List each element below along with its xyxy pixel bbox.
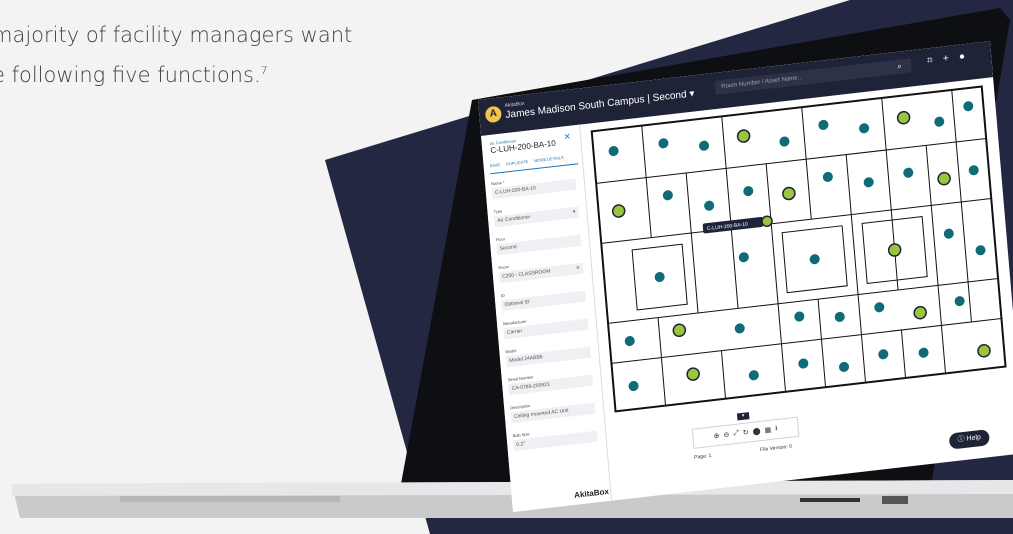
akitabox-logo-icon[interactable]: A — [484, 105, 503, 124]
fit-icon[interactable]: ⤢ — [733, 430, 739, 439]
app-screen: A AkitaBox James Madison South Campus | … — [478, 41, 1013, 513]
asset-marker[interactable] — [937, 171, 951, 186]
field-model: Model Model 24ABB6 — [505, 340, 591, 368]
field-serial: Serial Number CA-0789-200921 — [508, 368, 594, 396]
asset-marker[interactable] — [736, 129, 751, 143]
chevron-down-icon: ▾ — [572, 208, 576, 216]
search-placeholder: Room Number / Asset Name... — [721, 74, 803, 91]
asset-marker[interactable] — [896, 110, 911, 125]
asset-marker[interactable] — [977, 344, 991, 358]
field-bulb-size: Bulb Size 0.2" — [512, 424, 598, 452]
download-icon[interactable]: ⭳ — [775, 424, 778, 435]
map-pin-icon[interactable]: ⬤ — [976, 62, 988, 74]
akitabox-wordmark: AkitaBox — [573, 486, 610, 500]
chevron-down-icon[interactable]: ▾ — [736, 412, 750, 421]
help-label: Help — [966, 433, 982, 443]
user-icon[interactable]: ● — [959, 51, 966, 63]
scan-icon[interactable]: ⌗ — [927, 55, 934, 67]
asset-marker[interactable] — [913, 305, 927, 320]
plus-icon[interactable]: + — [943, 53, 950, 65]
room-value: C200 - CLASSROOM — [501, 268, 551, 280]
layers-icon[interactable]: ▦ — [764, 426, 771, 435]
zoom-out-icon[interactable]: ⊖ — [723, 431, 729, 440]
search-icon[interactable]: ⌕ — [897, 59, 903, 74]
asset-marker[interactable] — [611, 204, 626, 218]
field-description: Description Ceiling mounted AC Unit — [510, 396, 596, 424]
pin-icon[interactable]: ⬤ — [752, 427, 761, 436]
asset-marker[interactable] — [887, 243, 902, 257]
field-room: Room C200 - CLASSROOM ✕ — [498, 256, 584, 284]
floor-plan[interactable]: C-LUH-200-BA-10 — [581, 77, 1013, 424]
more-details-button[interactable]: MORE DETAILS — [534, 155, 564, 168]
save-button[interactable]: SAVE — [489, 162, 500, 173]
close-icon[interactable]: ✕ — [564, 132, 571, 142]
asset-header: Air Conditioner C-LUH-200-BA-10 — [490, 134, 557, 155]
field-manufacturer: Manufacturer Carrier — [503, 312, 589, 340]
file-version: File Version: 0 — [759, 443, 793, 454]
field-floor: Floor Second — [496, 228, 582, 256]
field-id: ID Optional ID — [500, 284, 587, 312]
field-name: Name * C-LUH-200-BA-10 — [491, 172, 577, 200]
field-type: Type Air Conditioner ▾ — [493, 200, 579, 228]
zoom-in-icon[interactable]: ⊕ — [713, 432, 719, 441]
floor-plan-viewer[interactable]: C-LUH-200-BA-10 ▾ ⊕ ⊖ ⤢ ↻ ⬤ ▦ ⭳ Page: 1 … — [581, 77, 1013, 500]
page-indicator: Page: 1 — [693, 452, 712, 461]
asset-marker[interactable] — [672, 323, 687, 338]
rotate-icon[interactable]: ↻ — [743, 428, 749, 437]
asset-marker[interactable] — [686, 367, 700, 381]
help-button[interactable]: ⓘ Help — [948, 429, 990, 450]
asset-actions: SAVE DUPLICATE MORE DETAILS — [489, 153, 579, 175]
asset-marker[interactable] — [782, 186, 796, 201]
clear-icon[interactable]: ✕ — [576, 263, 581, 274]
duplicate-button[interactable]: DUPLICATE — [506, 159, 529, 172]
type-value: Air Conditioner — [497, 214, 531, 224]
